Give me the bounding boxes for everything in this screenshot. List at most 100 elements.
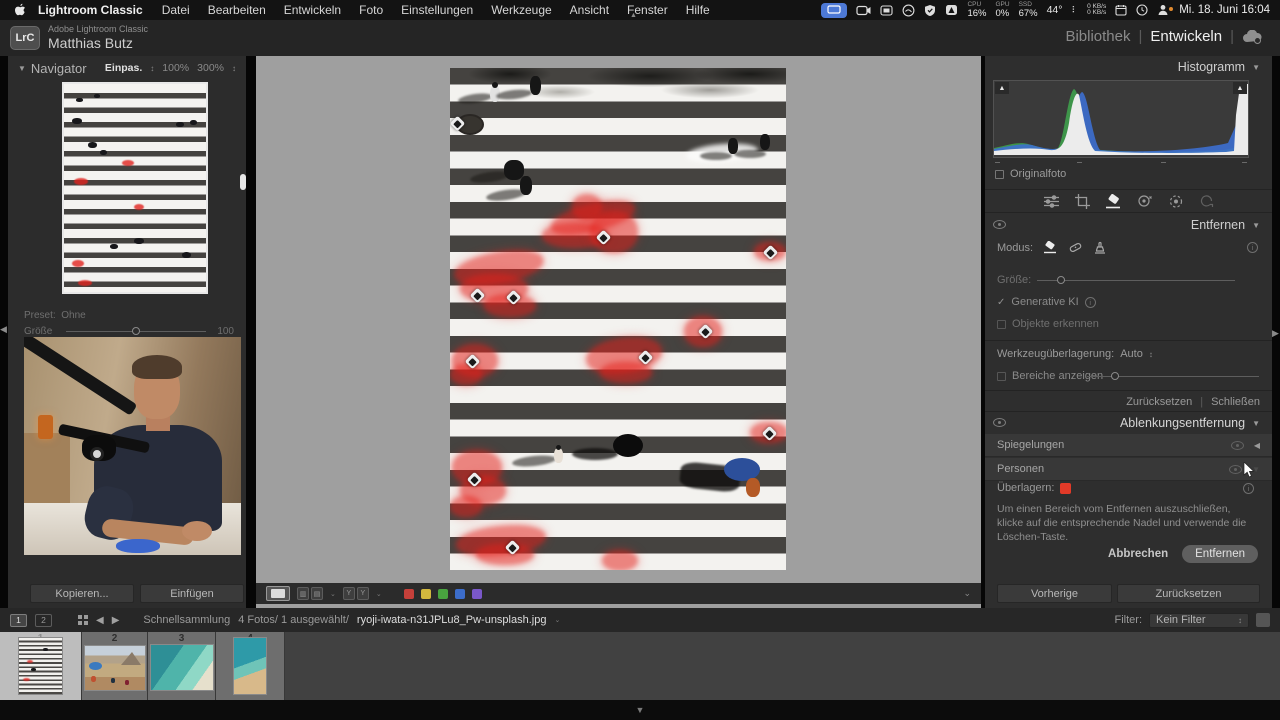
menubar-clock[interactable]: Mi. 18. Juni 16:04 [1179, 4, 1270, 16]
paste-button[interactable]: Einfügen [140, 584, 244, 603]
screen-record-icon[interactable] [821, 3, 847, 18]
people-row[interactable]: Personen ▼ [985, 458, 1272, 481]
prev-photo-icon[interactable]: ◀ [96, 615, 104, 626]
close-link[interactable]: Schließen [1211, 396, 1260, 408]
sync-icon[interactable] [1199, 194, 1214, 208]
collection-name[interactable]: Schnellsammlung [143, 614, 230, 626]
color-label-purple[interactable] [472, 589, 482, 599]
toolbar-options-chevron[interactable]: ⌄ [963, 588, 971, 599]
remove-panel-header[interactable]: Entfernen ▼ [985, 214, 1272, 236]
photo-crosswalk[interactable] [450, 68, 786, 570]
menu-foto[interactable]: Foto [350, 3, 392, 17]
size-slider-knob[interactable] [1057, 276, 1065, 284]
filter-dropdown[interactable]: Kein Filter ↕ [1149, 613, 1249, 628]
generative-ai-checkbox[interactable]: ✓ [997, 297, 1005, 308]
remove-tool-icon[interactable] [1105, 194, 1122, 209]
zoom-updown-icon[interactable]: ↕ [232, 64, 236, 73]
menu-einstellungen[interactable]: Einstellungen [392, 3, 482, 17]
grid-view-button[interactable] [78, 615, 88, 625]
thumb-sea[interactable] [150, 644, 214, 691]
preset-slider[interactable]: Größe 100 [24, 326, 234, 336]
ssd-stat[interactable]: SSD 67% [1019, 2, 1038, 18]
thumb-crosswalk[interactable] [18, 637, 63, 695]
color-label-green[interactable] [438, 589, 448, 599]
remove-button[interactable]: Entfernen [1182, 545, 1258, 563]
people-eye-icon[interactable] [1229, 465, 1242, 474]
panel-scrollbar-thumb[interactable] [240, 174, 246, 190]
navigator-zoom-100[interactable]: 100% [162, 62, 189, 74]
distraction-panel-disclosure-icon[interactable]: ▼ [1252, 419, 1260, 428]
navigator-disclosure-icon[interactable]: ▼ [18, 64, 26, 73]
mode-heal-icon[interactable] [1068, 241, 1083, 254]
menu-fenster[interactable]: Fenster [618, 3, 677, 17]
view-chevron2-icon[interactable]: ⌄ [376, 590, 382, 598]
thumb-aerial-beach[interactable] [233, 637, 267, 695]
overlay-info-icon[interactable]: i [1243, 483, 1254, 494]
menubar-app-name[interactable]: Lightroom Classic [32, 3, 153, 17]
filename-chevron-icon[interactable]: ⌄ [554, 616, 560, 624]
gpu-stat[interactable]: GPU 0% [995, 2, 1009, 18]
navigator-preview[interactable] [62, 82, 208, 294]
navigator-zoom-300[interactable]: 300% [197, 62, 224, 74]
collapse-right-arrow[interactable]: ▶ [1272, 328, 1279, 339]
thumb-beach[interactable] [84, 645, 146, 691]
menu-ansicht[interactable]: Ansicht [561, 3, 618, 17]
menu-bearbeiten[interactable]: Bearbeiten [199, 3, 275, 17]
lightroom-tray-icon[interactable] [945, 4, 958, 16]
survey-view-icon[interactable]: Y [343, 587, 355, 600]
reset-link[interactable]: Zurücksetzen [1126, 396, 1192, 408]
previous-button[interactable]: Vorherige [997, 584, 1112, 603]
collapse-bottom-arrow[interactable]: ▼ [636, 705, 645, 715]
histogram-header[interactable]: Histogramm ▼ [985, 56, 1272, 78]
filter-lock-toggle[interactable] [1256, 613, 1270, 627]
menu-werkzeuge[interactable]: Werkzeuge [482, 3, 560, 17]
collapse-top-arrow[interactable]: ▲ [630, 12, 637, 19]
detect-objects-checkbox[interactable] [997, 320, 1006, 329]
mode-info-icon[interactable]: i [1247, 242, 1258, 253]
histogram-disclosure-icon[interactable]: ▼ [1252, 63, 1260, 72]
mode-clone-icon[interactable] [1093, 241, 1107, 254]
reflections-collapsed-icon[interactable]: ◀ [1254, 441, 1260, 450]
menu-datei[interactable]: Datei [153, 3, 199, 17]
menu-entwickeln[interactable]: Entwickeln [275, 3, 350, 17]
detect-objects-row[interactable]: Objekte erkennen [997, 318, 1099, 330]
fit-updown-icon[interactable]: ↕ [150, 64, 154, 73]
overlay-color-swatch[interactable] [1060, 483, 1071, 494]
distraction-panel-eye-icon[interactable] [993, 418, 1006, 427]
module-library[interactable]: Bibliothek [1065, 28, 1130, 45]
compare-view-icon[interactable]: ▤ [311, 587, 323, 600]
color-label-red[interactable] [404, 589, 414, 599]
color-label-blue[interactable] [455, 589, 465, 599]
distraction-panel-header[interactable]: Ablenkungsentfernung ▼ [985, 412, 1272, 434]
filmstrip-cell-selected[interactable]: 1 [0, 632, 82, 700]
monitor-1-button[interactable]: 1 [10, 614, 27, 627]
active-filename[interactable]: ryoji-iwata-n31JPLu8_Pw-unsplash.jpg [357, 614, 547, 626]
remove-panel-disclosure-icon[interactable]: ▼ [1252, 221, 1260, 230]
loupe-view-icon[interactable] [266, 586, 290, 601]
tool-overlay-updown-icon[interactable]: ↕ [1149, 350, 1153, 359]
copy-button[interactable]: Kopieren... [30, 584, 134, 603]
highlight-clipping-icon[interactable]: ▲ [1233, 82, 1247, 94]
show-areas-checkbox[interactable] [997, 372, 1006, 381]
filmstrip-cell[interactable]: 2 [82, 632, 148, 700]
original-photo-checkbox[interactable] [995, 170, 1004, 179]
original-photo-toggle[interactable]: Originalfoto [995, 168, 1066, 180]
size-slider[interactable] [1037, 280, 1235, 281]
istat-dots-icon[interactable]: ⠇ [1071, 5, 1078, 16]
shield-icon[interactable] [924, 4, 936, 17]
generative-ai-row[interactable]: ✓ Generative KI i [997, 296, 1096, 308]
cpu-stat[interactable]: CPU 16% [967, 2, 986, 18]
collapse-left-arrow[interactable]: ◀ [0, 324, 7, 335]
apple-icon[interactable] [0, 3, 32, 17]
cloud-sync-icon[interactable] [1242, 30, 1262, 44]
remove-panel-eye-icon[interactable] [993, 220, 1006, 229]
preset-slider-knob[interactable] [132, 327, 140, 335]
reflections-eye-icon[interactable] [1231, 441, 1244, 450]
tool-overlay-value[interactable]: Auto [1120, 348, 1143, 360]
people-view-icon[interactable]: Y [357, 587, 369, 600]
show-areas-slider[interactable] [1087, 376, 1259, 377]
show-areas-slider-knob[interactable] [1111, 372, 1119, 380]
monitor-2-button[interactable]: 2 [35, 614, 52, 627]
edit-sliders-icon[interactable] [1043, 194, 1060, 209]
navigator-header[interactable]: ▼ Navigator Einpas. ↕ 100% 300% ↕ [8, 56, 246, 80]
